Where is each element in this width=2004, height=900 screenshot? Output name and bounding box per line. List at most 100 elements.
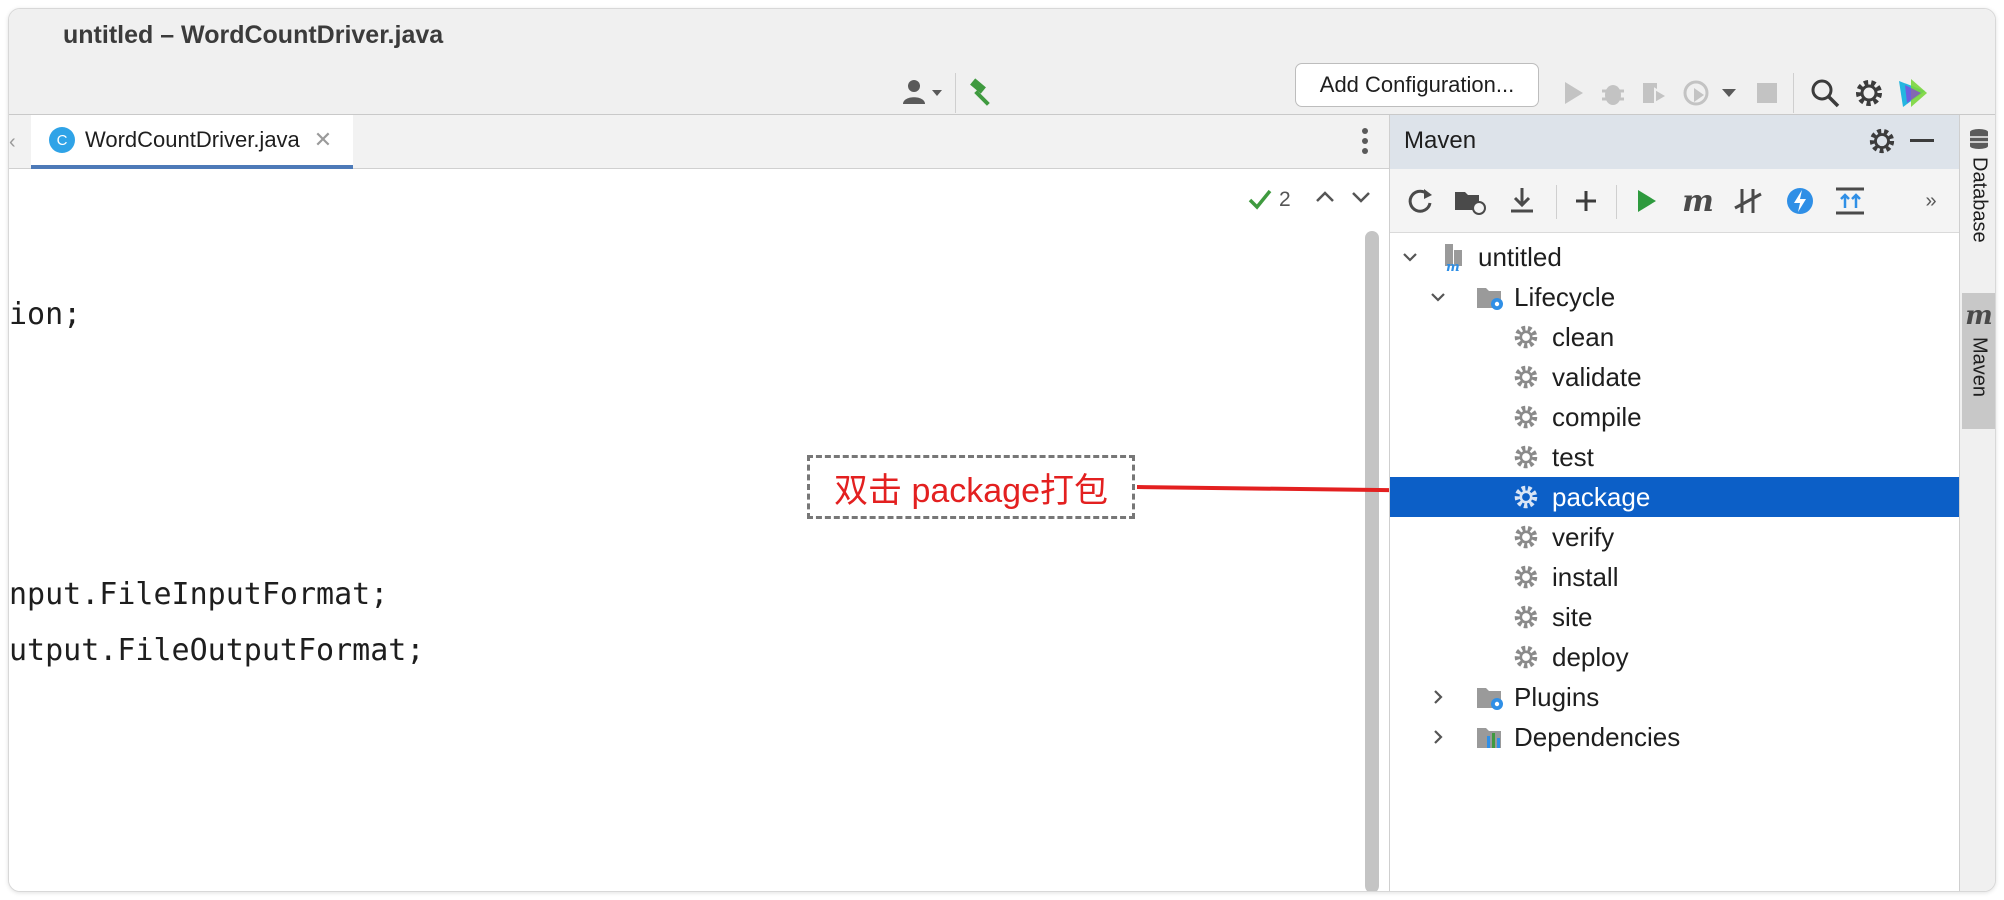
tree-item-test[interactable]: test (1390, 437, 1960, 477)
gear-icon (1510, 641, 1542, 673)
tree-item-dependencies[interactable]: Dependencies (1390, 717, 1960, 757)
side-tab-maven[interactable]: m Maven (1962, 293, 1995, 429)
tree-item-label: validate (1552, 361, 1642, 392)
tree-item-verify[interactable]: verify (1390, 517, 1960, 557)
tree-item-label: Dependencies (1514, 721, 1681, 752)
more-icon[interactable]: » (1916, 181, 1946, 221)
run-icon[interactable] (1626, 181, 1666, 221)
search-icon[interactable] (1805, 71, 1845, 115)
annotation-callout: 双击 package打包 (807, 455, 1135, 519)
chevron-right-icon[interactable] (1426, 725, 1450, 749)
tree-item-label: verify (1552, 521, 1615, 552)
side-tab-database[interactable]: Database (1962, 115, 1995, 265)
toolbar-separator (1793, 73, 1794, 113)
tree-item-deploy[interactable]: deploy (1390, 637, 1960, 677)
tab-wordcountdriver[interactable]: C WordCountDriver.java ✕ (31, 115, 353, 169)
toolbar-separator (955, 73, 956, 113)
add-configuration-button[interactable]: Add Configuration... (1295, 63, 1539, 107)
close-icon[interactable]: ✕ (314, 127, 332, 153)
stop-icon[interactable] (1749, 71, 1785, 115)
gear-icon (1510, 441, 1542, 473)
chevron-down-icon[interactable] (1426, 285, 1450, 309)
add-icon[interactable] (1566, 181, 1606, 221)
more-options-icon[interactable] (1361, 127, 1371, 160)
tree-item-label: compile (1552, 401, 1642, 432)
gear-icon (1510, 481, 1542, 513)
code-line: ion; (9, 297, 82, 332)
maven-toolbar: m » (1390, 169, 1960, 233)
user-icon[interactable] (899, 71, 949, 115)
scroll-left-icon[interactable]: ‹ (9, 131, 16, 154)
settings-icon[interactable] (1868, 127, 1896, 160)
svg-text:m: m (1446, 260, 1460, 272)
reload-icon[interactable] (1400, 181, 1440, 221)
gear-icon (1510, 601, 1542, 633)
minimize-icon[interactable] (1910, 139, 1934, 142)
gear-icon (1510, 561, 1542, 593)
side-tab-maven-label: Maven (1968, 337, 1991, 398)
dependencies-folder-icon (1474, 721, 1506, 753)
editor-tab-bar: ‹ C WordCountDriver.java ✕ (9, 115, 1389, 169)
maven-goal-icon[interactable]: m (1678, 181, 1718, 221)
tree-item-label: Plugins (1514, 681, 1600, 712)
right-tool-strip: Database m Maven (1959, 115, 1995, 891)
window-title: untitled – WordCountDriver.java (63, 21, 444, 49)
tree-item-site[interactable]: site (1390, 597, 1960, 637)
debug-icon[interactable] (1595, 71, 1631, 115)
java-class-icon: C (49, 127, 75, 153)
chevron-down-icon[interactable] (1398, 245, 1422, 269)
tree-item-label: clean (1552, 321, 1615, 352)
offline-mode-icon[interactable] (1780, 181, 1820, 221)
tree-item-install[interactable]: install (1390, 557, 1960, 597)
lifecycle-folder-icon (1474, 281, 1506, 313)
tree-item-project[interactable]: untitled m (1390, 237, 1960, 277)
jetbrains-logo-icon[interactable] (1893, 71, 1933, 115)
chevron-up-icon[interactable] (1313, 185, 1337, 214)
tree-item-plugins[interactable]: Plugins (1390, 677, 1960, 717)
download-icon[interactable] (1502, 181, 1542, 221)
maven-icon: m (1965, 301, 1993, 331)
maven-project-icon: m (1438, 241, 1470, 273)
problems-indicator[interactable]: 2 (1247, 187, 1291, 213)
maven-panel: Maven m » untitled m Lifecycle clean val… (1389, 115, 1960, 891)
profile-icon[interactable] (1677, 71, 1717, 115)
chevron-right-icon[interactable] (1426, 685, 1450, 709)
maven-tree: untitled m Lifecycle clean validate compile te… (1390, 233, 1960, 891)
maven-title: Maven (1404, 127, 1477, 154)
maven-header: Maven (1390, 115, 1960, 169)
tree-item-label: untitled (1478, 241, 1562, 272)
skip-tests-icon[interactable] (1728, 181, 1768, 221)
code-editor[interactable]: 2 ion; nput.FileInputFormat; utput.FileO… (9, 169, 1389, 891)
ide-window: untitled – WordCountDriver.java Add Conf… (8, 8, 1996, 892)
code-line: nput.FileInputFormat; (9, 577, 389, 612)
database-icon (1970, 129, 1988, 149)
run-icon[interactable] (1555, 71, 1591, 115)
side-tab-database-label: Database (1968, 157, 1991, 243)
plugins-folder-icon (1474, 681, 1506, 713)
build-hammer-icon[interactable] (961, 71, 1003, 115)
add-folder-icon[interactable] (1450, 181, 1490, 221)
chevron-down-icon[interactable] (1717, 71, 1741, 115)
gear-icon (1510, 521, 1542, 553)
tree-item-compile[interactable]: compile (1390, 397, 1960, 437)
toolbar-separator (1616, 185, 1617, 219)
tree-item-label: deploy (1552, 641, 1629, 672)
tree-item-clean[interactable]: clean (1390, 317, 1960, 357)
tree-item-validate[interactable]: validate (1390, 357, 1960, 397)
settings-icon[interactable] (1849, 71, 1889, 115)
editor-scrollbar[interactable] (1365, 231, 1379, 891)
gear-icon (1510, 361, 1542, 393)
code-line: utput.FileOutputFormat; (9, 633, 425, 668)
tree-item-lifecycle[interactable]: Lifecycle (1390, 277, 1960, 317)
title-bar: untitled – WordCountDriver.java Add Conf… (9, 9, 1995, 115)
tree-item-label: site (1552, 601, 1593, 632)
tree-item-package[interactable]: package (1390, 477, 1960, 517)
collapse-all-icon[interactable] (1830, 181, 1870, 221)
tree-item-label: package (1552, 481, 1651, 512)
tree-item-label: install (1552, 561, 1619, 592)
gear-icon (1510, 401, 1542, 433)
tree-item-label: test (1552, 441, 1594, 472)
check-icon (1248, 189, 1272, 210)
coverage-icon[interactable] (1637, 71, 1673, 115)
chevron-down-icon[interactable] (1349, 185, 1373, 214)
